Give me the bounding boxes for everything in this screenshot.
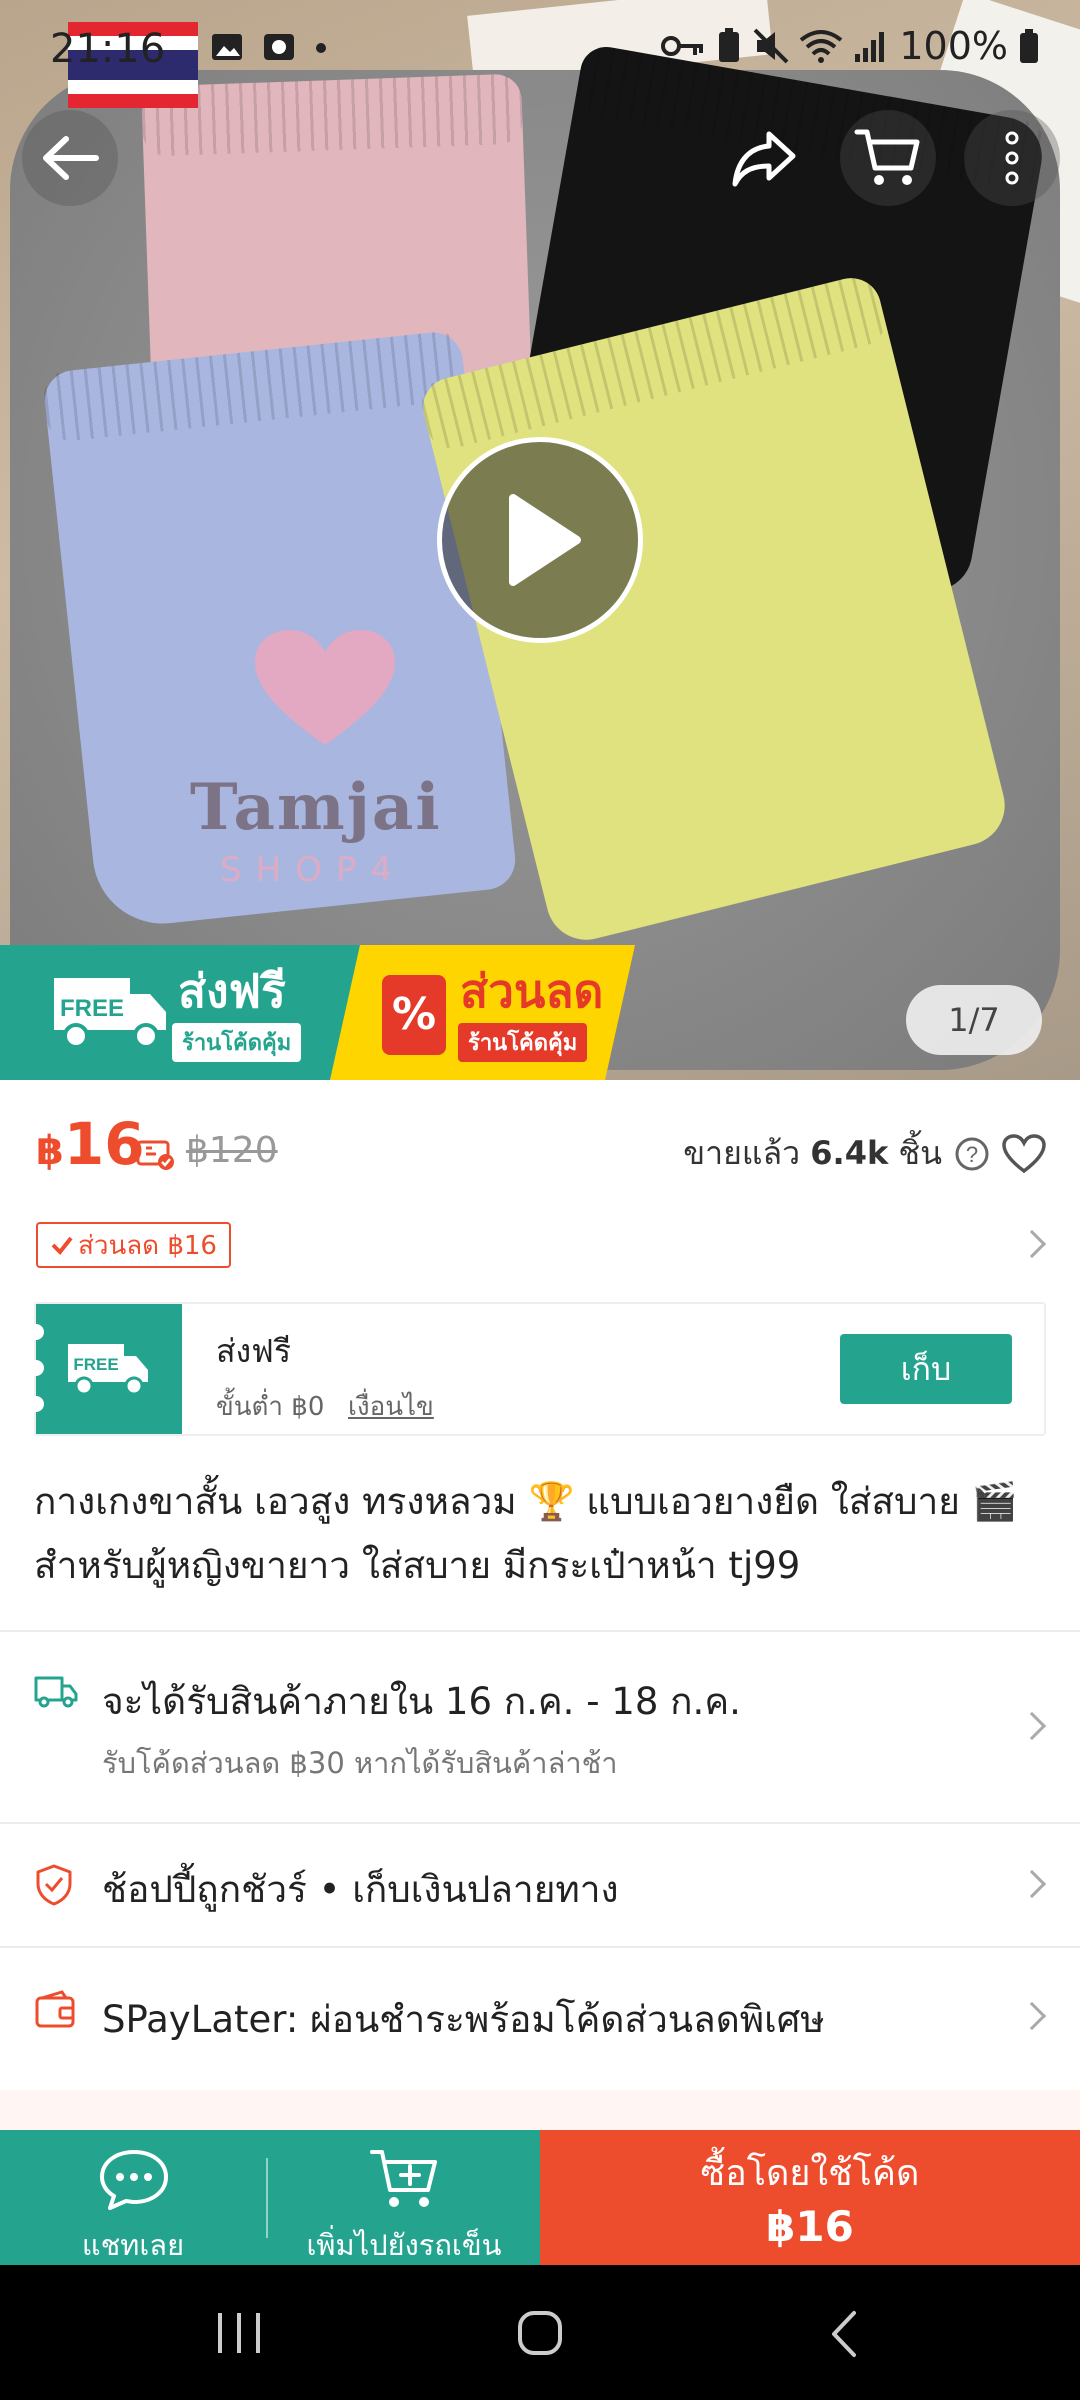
buy-price: ฿16 — [766, 2202, 854, 2251]
discount-tag[interactable]: ส่วนลด ฿16 — [36, 1222, 231, 1268]
media-notification-icon — [264, 34, 294, 60]
chevron-right-icon — [1017, 1711, 1047, 1741]
system-navigation-bar — [0, 2265, 1080, 2400]
key-icon — [661, 36, 704, 56]
status-system-icons: 100% — [661, 24, 1040, 68]
chevron-right-icon — [1017, 2001, 1047, 2031]
mute-icon — [753, 28, 789, 64]
check-icon — [51, 1236, 73, 1256]
recent-apps-icon[interactable] — [214, 2311, 264, 2355]
status-bar: 21:16 100% — [0, 0, 1080, 108]
chevron-right-icon — [1017, 1869, 1047, 1899]
battery-icon — [1020, 29, 1038, 63]
image-counter: 1/7 — [906, 985, 1042, 1055]
free-truck-icon: FREE — [54, 978, 166, 1049]
cart-button[interactable] — [840, 110, 936, 206]
battery-percent: 100% — [899, 24, 1008, 68]
sold-unit: ชิ้น — [898, 1134, 942, 1172]
voucher-conditions-link[interactable]: เงื่อนไข — [348, 1386, 434, 1427]
share-icon — [732, 131, 796, 187]
signal-icon — [855, 32, 885, 62]
original-price: ฿120 — [186, 1130, 278, 1171]
add-to-cart-icon — [370, 2150, 437, 2207]
free-shipping-sub: ร้านโค้ดคุ้ม — [172, 1023, 302, 1062]
buy-label: ซื้อโดยใช้โค้ด — [700, 2153, 920, 2194]
delivery-truck-icon — [34, 1676, 78, 1708]
shop-watermark-sub: SHOP4 — [220, 850, 407, 890]
battery-saver-icon — [719, 28, 740, 62]
voucher-badge-text: FREE — [73, 1355, 118, 1374]
chat-button[interactable]: แชทเลย — [0, 2130, 266, 2265]
next-section-peek — [0, 2090, 1080, 2130]
free-shipping-title: ส่งฟรี — [178, 964, 286, 1018]
add-to-cart-label: เพิ่มไปยังรถเข็น — [306, 2228, 502, 2262]
svg-text:?: ? — [966, 1142, 978, 1167]
favorite-heart-icon[interactable] — [1002, 1133, 1046, 1174]
discount-chevron-icon[interactable] — [1017, 1229, 1047, 1259]
late-delivery-voucher: รับโค้ดส่วนลด ฿30 หากได้รับสินค้าล่าช้า — [102, 1746, 618, 1780]
image-notification-icon — [212, 34, 242, 60]
back-button[interactable] — [22, 110, 118, 206]
percent-icon: % — [382, 975, 446, 1055]
free-truck-icon: FREE — [68, 1344, 148, 1396]
voucher-badge: FREE — [36, 1304, 182, 1434]
chat-label: แชทเลย — [81, 2228, 185, 2262]
paylater-label: SPayLater: ผ่อนชำระพร้อมโค้ดส่วนลดพิเศษ — [102, 1998, 825, 2041]
home-icon[interactable] — [516, 2309, 564, 2357]
wallet-icon — [35, 1990, 75, 2028]
product-title-line: กางเกงขาสั้น เอวสูง ทรงหลวม 🏆 แบบเอวยางย… — [34, 1480, 1018, 1523]
discount-title: ส่วนลด — [460, 964, 604, 1018]
bottom-action-bar: แชทเลย เพิ่มไปยังรถเข็น ซื้อโดยใช้โค้ด ฿… — [0, 2130, 1080, 2265]
free-badge-text: FREE — [60, 995, 124, 1022]
voucher-title: ส่งฟรี — [216, 1332, 291, 1370]
shop-watermark: Tamjai — [190, 770, 442, 845]
wifi-icon — [800, 30, 843, 63]
voucher-min-spend: ขั้นต่ำ ฿0 — [216, 1392, 325, 1422]
add-to-cart-button[interactable]: เพิ่มไปยังรถเข็น — [268, 2130, 540, 2265]
back-nav-icon[interactable] — [826, 2309, 860, 2359]
cart-icon — [854, 129, 920, 185]
current-price: ฿16 — [36, 1110, 145, 1178]
price-row: ฿16 ฿120 ขายแล้ว 6.4k ชิ้น ? — [36, 1110, 1046, 1190]
shield-check-icon — [36, 1864, 72, 1906]
share-button[interactable] — [716, 110, 812, 206]
discount-sub: ร้านโค้ดคุ้ม — [458, 1023, 588, 1062]
discount-tag-label: ส่วนลด ฿16 — [78, 1230, 217, 1261]
help-icon[interactable]: ? — [954, 1136, 990, 1172]
guarantee-row[interactable]: ช้อปปี้ถูกชัวร์ • เก็บเงินปลายทาง — [0, 1824, 1080, 1946]
paylater-row[interactable]: SPayLater: ผ่อนชำระพร้อมโค้ดส่วนลดพิเศษ — [0, 1948, 1080, 2088]
coupon-check-icon — [136, 1140, 174, 1170]
status-notification-icons — [210, 30, 328, 64]
guarantee-label: ช้อปปี้ถูกชัวร์ • เก็บเงินปลายทาง — [102, 1868, 619, 1911]
product-title: กางเกงขาสั้น เอวสูง ทรงหลวม 🏆 แบบเอวยางย… — [34, 1470, 1054, 1598]
heart-watermark-icon — [255, 630, 395, 745]
product-title-line: สำหรับผู้หญิงขายาว ใส่สบาย มีกระเป๋าหน้า… — [34, 1544, 801, 1587]
play-icon — [509, 494, 581, 586]
sold-label: ขายแล้ว — [683, 1134, 801, 1172]
status-time: 21:16 — [50, 26, 166, 72]
play-video-button[interactable] — [437, 437, 643, 643]
delivery-estimate: จะได้รับสินค้าภายใน 16 ก.ค. - 18 ก.ค. — [102, 1680, 741, 1723]
buy-with-voucher-button[interactable]: ซื้อโดยใช้โค้ด ฿16 — [540, 2130, 1080, 2265]
back-arrow-icon — [43, 136, 99, 180]
collect-voucher-button[interactable]: เก็บ — [840, 1334, 1012, 1404]
more-options-button[interactable] — [964, 110, 1060, 206]
more-vertical-icon — [1005, 131, 1019, 185]
sold-number: 6.4k — [810, 1134, 889, 1172]
shipping-estimate-row[interactable]: จะได้รับสินค้าภายใน 16 ก.ค. - 18 ก.ค. รั… — [0, 1632, 1080, 1822]
free-shipping-voucher: FREE ส่งฟรี ขั้นต่ำ ฿0 เงื่อนไข เก็บ — [28, 1302, 1046, 1436]
more-dot-icon — [316, 43, 326, 53]
chat-bubble-icon — [100, 2150, 168, 2210]
sold-count: ขายแล้ว 6.4k ชิ้น ? — [683, 1128, 1046, 1179]
